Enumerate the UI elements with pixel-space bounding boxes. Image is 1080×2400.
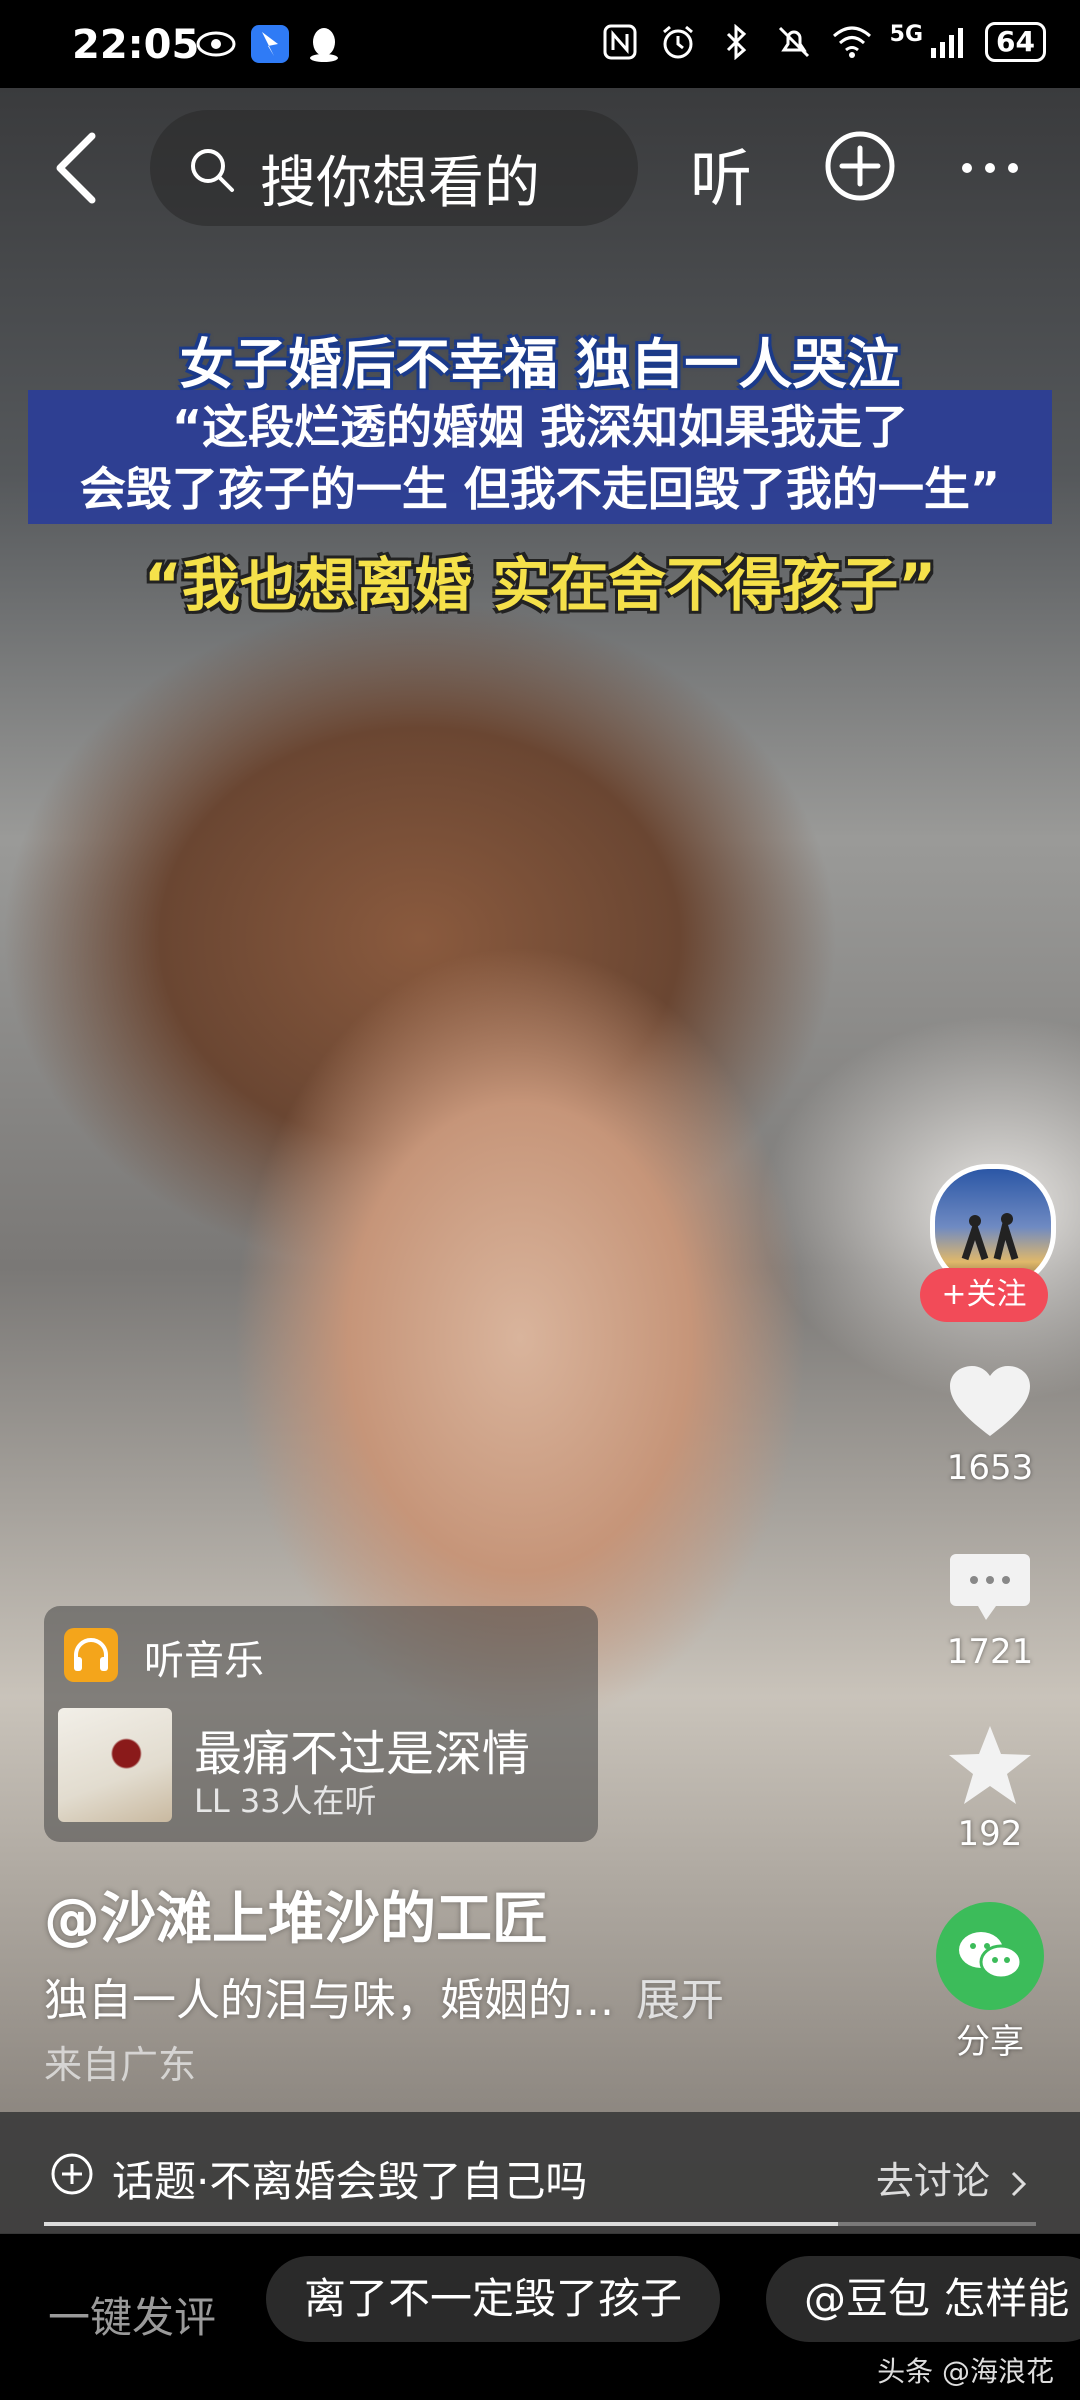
watermark: 头条 @海浪花 [877,2355,1054,2388]
battery-indicator: 64 [985,22,1046,62]
more-button[interactable] [955,138,1025,198]
search-placeholder: 搜你想看的 [260,151,540,216]
video-caption-highlight: “我也想离婚 实在舍不得孩子” [143,551,937,619]
favorite-count: 192 [957,1814,1023,1854]
bluetooth-icon [716,22,756,62]
status-right-icons: 5G 64 [600,22,1046,62]
favorite-button[interactable]: 192 [920,1724,1060,1854]
network-type: 5G [889,21,924,47]
plus-circle-icon [825,131,895,201]
author-name[interactable]: @沙滩上堆沙的工匠 [44,1874,548,1955]
music-listeners: LL 33人在听 [194,1782,377,1820]
video-caption-title: 女子婚后不幸福 独自一人哭泣 [179,333,901,396]
comment-count: 1721 [946,1632,1034,1672]
signal-icon [927,22,967,62]
music-card[interactable]: 听音乐 最痛不过是深情 LL 33人在听 [44,1606,598,1842]
like-count: 1653 [946,1448,1034,1488]
suggested-comment-chip[interactable]: @豆包 怎样能 [766,2256,1080,2342]
topic-text: 话题·不离婚会毁了自己吗 [112,2157,588,2206]
topic-bar[interactable]: 话题·不离婚会毁了自己吗 去讨论 [0,2112,1080,2234]
video-progress[interactable] [44,2222,1036,2226]
share-circle [936,1902,1044,2010]
music-header-label: 听音乐 [144,1638,264,1684]
top-nav: 搜你想看的 听 [0,108,1080,228]
video-caption-quote-line1: “这段烂透的婚姻 我深知如果我走了 [171,400,909,454]
back-button[interactable] [48,130,112,206]
nfc-icon [600,22,640,62]
wechat-icon [959,1932,1023,1980]
mute-icon [774,22,814,62]
video-progress-fill [44,2222,838,2226]
follow-button[interactable]: +关注 [920,1268,1048,1322]
video-caption-quote-line2: 会毁了孩子的一生 但我不走回毁了我的一生” [79,462,1001,516]
status-left-icons [196,24,344,64]
chevron-left-icon [56,132,96,204]
chevron-right-icon [1011,2171,1027,2196]
discuss-label: 去讨论 [875,2159,990,2203]
expand-link[interactable]: 展开 [636,1975,724,2026]
comment-icon [950,1554,1030,1620]
star-icon [949,1726,1031,1804]
heart-icon [950,1366,1030,1436]
more-dots-icon [962,163,1018,173]
alarm-icon [658,22,698,62]
wifi-icon [832,22,872,62]
discuss-link[interactable]: 去讨论 [876,2150,1030,2205]
status-bar: 22:05 5G 64 [0,0,1080,88]
status-time: 22:05 [72,22,200,68]
album-art [58,1708,172,1822]
quick-comment-label[interactable]: 一键发评 [48,2284,216,2345]
headphones-icon [64,1628,118,1682]
listen-button[interactable]: 听 [690,128,752,218]
post-description: 独自一人的泪与味，婚姻的... 展开 [44,1964,724,2028]
app-notification-icon [250,24,290,64]
eye-icon [196,24,236,64]
video-caption-quote: “这段烂透的婚姻 我深知如果我走了 会毁了孩子的一生 但我不走回毁了我的一生” [28,396,1052,520]
share-button[interactable]: 分享 [920,1902,1060,2063]
plus-circle-icon [50,2152,94,2196]
music-title: 最痛不过是深情 [194,1726,531,1782]
search-icon [188,146,236,194]
publish-button[interactable] [824,130,896,202]
search-input[interactable]: 搜你想看的 [150,110,638,226]
qq-icon [304,24,344,64]
suggested-comment-chip[interactable]: 离了不一定毁了孩子 [266,2256,721,2342]
comment-button[interactable]: 1721 [920,1552,1060,1672]
post-location: 来自广东 [44,2043,197,2087]
share-label: 分享 [956,2022,1024,2062]
like-button[interactable]: 1653 [920,1364,1060,1488]
description-text: 独自一人的泪与味，婚姻的... [44,1975,614,2026]
comment-quick-bar: 一键发评 离了不一定毁了孩子 @豆包 怎样能 头条 @海浪花 [0,2234,1080,2400]
